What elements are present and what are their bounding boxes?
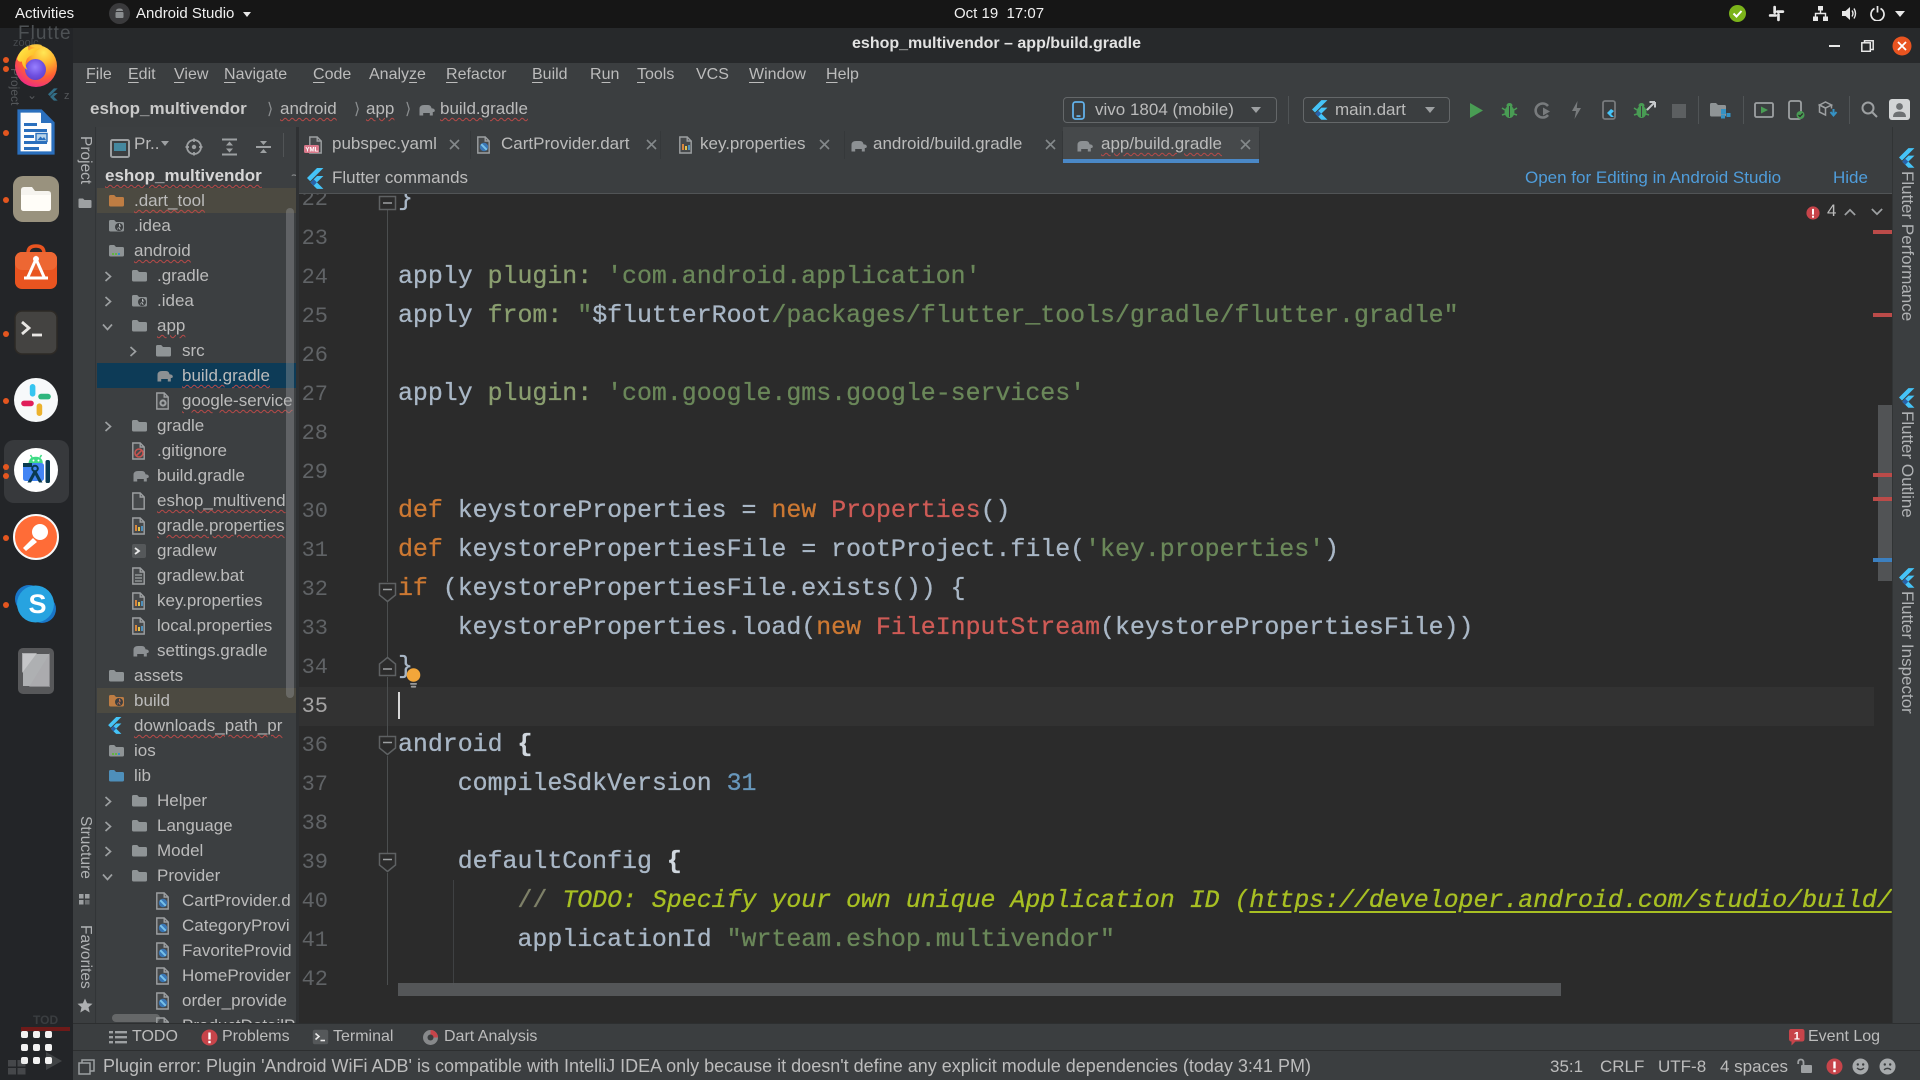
- svg-text:1: 1: [1794, 1031, 1800, 1043]
- svg-text:S: S: [29, 589, 47, 619]
- svg-text:YML: YML: [305, 147, 318, 154]
